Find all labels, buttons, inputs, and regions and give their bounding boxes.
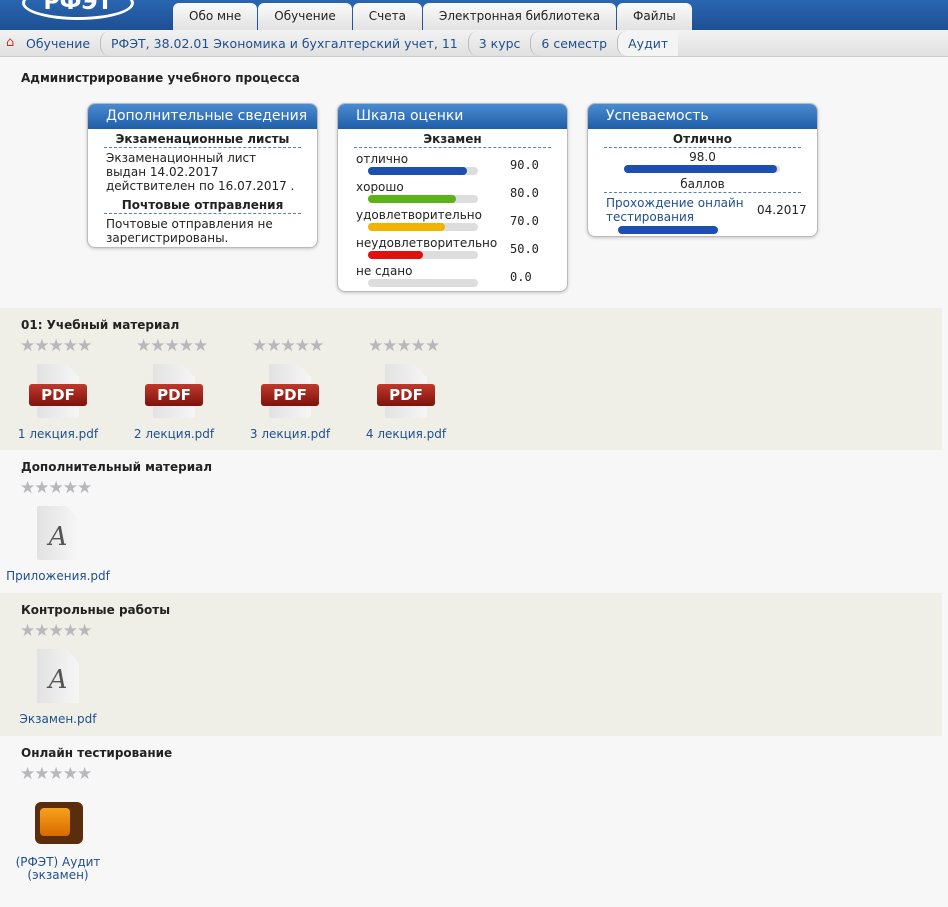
grade-label: удовлетворительно <box>356 208 482 222</box>
grade-row: неудовлетворительно 50.0 <box>354 234 551 262</box>
grade-value: 70.0 <box>510 214 539 228</box>
material-section: Дополнительный материал ★★★★★ A Приложен… <box>0 450 942 593</box>
home-icon[interactable]: ⌂ <box>6 36 20 50</box>
file-icon[interactable]: PDF <box>29 364 87 422</box>
file-icon[interactable] <box>33 792 83 850</box>
material-item: ★★★★★ PDF 1 лекция.pdf <box>0 338 116 441</box>
grade-label: хорошо <box>356 180 404 194</box>
grade-label: неудовлетворительно <box>356 236 498 250</box>
pdf-icon: PDF <box>29 384 87 406</box>
breadcrumb-program[interactable]: РФЭТ, 38.02.01 Экономика и бухгалтерский… <box>100 30 468 56</box>
grade-scale-title: Шкала оценки <box>338 104 567 129</box>
exam-sheets-text: Экзаменационный лист выдан 14.02.2017 де… <box>106 151 295 193</box>
section-title: 01: Учебный материал <box>21 318 180 332</box>
breadcrumb-course[interactable]: 3 курс <box>467 30 531 56</box>
progress-score: 98.0 <box>689 150 716 164</box>
file-icon[interactable]: A <box>33 506 83 564</box>
grade-label: не сдано <box>356 264 413 278</box>
pdf-icon: PDF <box>145 384 203 406</box>
mail-text: Почтовые отправления не зарегистрированы… <box>106 217 273 245</box>
file-link[interactable]: (РФЭТ) Аудит (экзамен) <box>0 856 116 882</box>
grade-bar <box>368 251 478 259</box>
file-link[interactable]: Приложения.pdf <box>0 570 116 583</box>
grade-value: 80.0 <box>510 186 539 200</box>
file-link[interactable]: Экзамен.pdf <box>0 713 116 726</box>
progress-title: Успеваемость <box>588 104 817 129</box>
document-icon: A <box>48 522 68 552</box>
grade-row: отлично 90.0 <box>354 150 551 178</box>
rating-stars[interactable]: ★★★★★ <box>0 623 116 640</box>
online-test-date: 04.2017 <box>757 203 807 217</box>
material-section: Контрольные работы ★★★★★ A Экзамен.pdf <box>0 593 942 736</box>
material-item: ★★★★★ PDF 2 лекция.pdf <box>116 338 232 441</box>
progress-unit: баллов <box>604 174 801 193</box>
rating-stars[interactable]: ★★★★★ <box>0 766 116 783</box>
tab-accounts[interactable]: Счета <box>352 3 422 30</box>
tab-study[interactable]: Обучение <box>258 3 352 30</box>
grade-label: отлично <box>356 152 409 166</box>
grade-row: не сдано 0.0 <box>354 262 551 290</box>
file-icon[interactable]: A <box>33 649 83 707</box>
file-icon[interactable]: PDF <box>261 364 319 422</box>
rating-stars[interactable]: ★★★★★ <box>116 338 232 355</box>
progress-panel: Успеваемость Отлично 98.0 баллов Прохожд… <box>587 103 818 237</box>
grade-bar <box>368 279 478 287</box>
section-title: Дополнительный материал <box>21 460 213 474</box>
file-link[interactable]: 2 лекция.pdf <box>116 428 232 441</box>
grade-bar <box>368 195 478 203</box>
material-section: 01: Учебный материал ★★★★★ PDF 1 лекция.… <box>0 308 942 450</box>
material-item: ★★★★★ A Экзамен.pdf <box>0 623 116 726</box>
progress-score-bar <box>624 165 780 173</box>
tv-test-icon <box>35 802 83 844</box>
material-item: ★★★★★ PDF 4 лекция.pdf <box>348 338 464 441</box>
grade-row: хорошо 80.0 <box>354 178 551 206</box>
mail-heading: Почтовые отправления <box>104 195 301 214</box>
breadcrumb: ⌂ Обучение РФЭТ, 38.02.01 Экономика и бу… <box>0 30 948 57</box>
rating-stars[interactable]: ★★★★★ <box>348 338 464 355</box>
grade-row: удовлетворительно 70.0 <box>354 206 551 234</box>
breadcrumb-subject: Аудит <box>617 30 679 56</box>
exam-sheets-heading: Экзаменационные листы <box>104 129 301 148</box>
material-item: ★★★★★ PDF 3 лекция.pdf <box>232 338 348 441</box>
online-test-bar <box>618 226 718 234</box>
file-link[interactable]: 3 лекция.pdf <box>232 428 348 441</box>
main-tabs: Обо мне Обучение Счета Электронная библи… <box>173 3 693 30</box>
file-link[interactable]: 1 лекция.pdf <box>0 428 116 441</box>
online-test-link[interactable]: Прохождение онлайн тестирования <box>606 196 746 224</box>
grade-scale-subtitle: Экзамен <box>354 129 551 148</box>
tab-library[interactable]: Электронная библиотека <box>422 3 617 30</box>
pdf-icon: PDF <box>377 384 435 406</box>
document-icon: A <box>48 665 68 695</box>
material-section: Онлайн тестирование ★★★★★ (РФЭТ) Аудит (… <box>0 736 942 906</box>
grade-value: 90.0 <box>510 158 539 172</box>
tab-about[interactable]: Обо мне <box>173 3 258 30</box>
pdf-icon: PDF <box>261 384 319 406</box>
material-item: ★★★★★ A Приложения.pdf <box>0 480 116 583</box>
grade-value: 50.0 <box>510 242 539 256</box>
file-icon[interactable]: PDF <box>377 364 435 422</box>
section-title: Контрольные работы <box>21 603 171 617</box>
grade-scale-panel: Шкала оценки Экзамен отлично 90.0 хорошо… <box>337 103 568 292</box>
grade-bar <box>368 223 478 231</box>
progress-grade: Отлично <box>604 129 801 148</box>
tab-files[interactable]: Файлы <box>617 3 692 30</box>
logo[interactable]: РФЭТ <box>22 0 134 20</box>
page-title: Администрирование учебного процесса <box>21 71 300 85</box>
grade-value: 0.0 <box>510 270 532 284</box>
info-panel-title: Дополнительные сведения <box>88 104 317 129</box>
material-item: ★★★★★ (РФЭТ) Аудит (экзамен) <box>0 766 116 882</box>
section-title: Онлайн тестирование <box>21 746 173 760</box>
rating-stars[interactable]: ★★★★★ <box>232 338 348 355</box>
header-bar: РФЭТ Обо мне Обучение Счета Электронная … <box>0 0 948 30</box>
grade-bar <box>368 167 478 175</box>
file-icon[interactable]: PDF <box>145 364 203 422</box>
rating-stars[interactable]: ★★★★★ <box>0 338 116 355</box>
info-panel: Дополнительные сведения Экзаменационные … <box>87 103 318 248</box>
rating-stars[interactable]: ★★★★★ <box>0 480 116 497</box>
file-link[interactable]: 4 лекция.pdf <box>348 428 464 441</box>
breadcrumb-study[interactable]: Обучение <box>26 31 100 56</box>
breadcrumb-semester[interactable]: 6 семестр <box>530 30 617 56</box>
